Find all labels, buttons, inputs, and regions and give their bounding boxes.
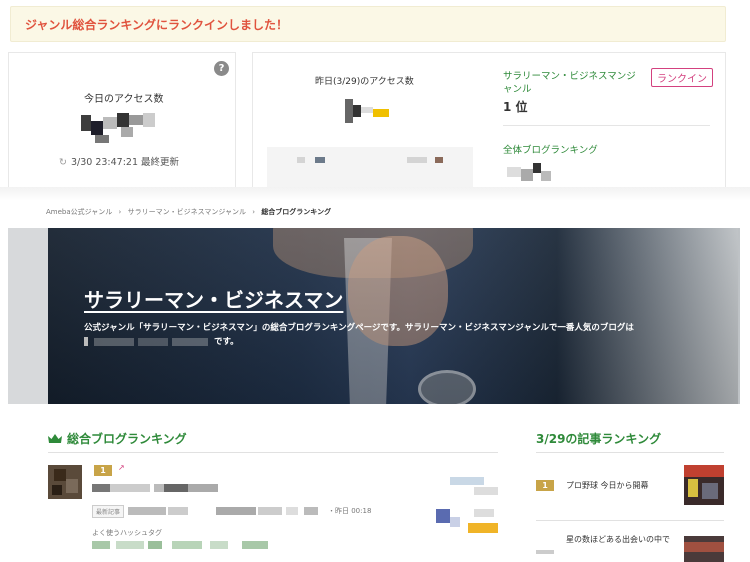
hero-title[interactable]: サラリーマン・ビジネスマン xyxy=(84,284,343,313)
genre-rank: 1 位 xyxy=(503,100,528,114)
hashtag-label: よく使うハッシュタグ xyxy=(92,529,162,537)
article-thumbnail[interactable] xyxy=(684,465,724,505)
blog-avatar[interactable] xyxy=(48,465,82,499)
yesterday-access-count-pixelated xyxy=(345,99,389,123)
ranking-notice-bar: ジャンル総合ランキングにランクインしました！ xyxy=(10,6,726,42)
article-rank-badge: 1 xyxy=(536,480,554,491)
article-ranking-item[interactable]: 星の数ほどある出会いの中で xyxy=(536,530,724,562)
yesterday-access-card: 昨日(3/29)のアクセス数 サラリーマン・ビジネスマンジャンル ランクイン 1… xyxy=(252,52,726,189)
heading-underline xyxy=(48,452,498,453)
breadcrumb: Ameba公式ジャンル › サラリーマン・ビジネスマンジャンル › 総合ブログラ… xyxy=(46,207,335,217)
article-ranking-heading: 3/29の記事ランキング xyxy=(536,432,662,446)
breadcrumb-ameba[interactable]: Ameba公式ジャンル xyxy=(46,208,112,216)
section-divider xyxy=(0,187,750,201)
genre-name[interactable]: サラリーマン・ビジネスマンジャンル xyxy=(503,70,643,96)
ranking-stats-pixelated xyxy=(436,477,498,533)
rankin-badge: ランクイン xyxy=(651,68,713,87)
overall-ranking-heading: 総合ブログランキング xyxy=(48,430,187,447)
breadcrumb-separator: › xyxy=(252,208,256,216)
blog-title-pixelated[interactable] xyxy=(92,483,232,493)
item-divider xyxy=(536,520,724,521)
hero-desc-line1: 公式ジャンル「サラリーマン・ビジネスマン」の総合ブログランキングページです。サラ… xyxy=(84,323,634,333)
question-circle-icon[interactable]: ? xyxy=(214,61,229,76)
hero-desc-line2: です。 xyxy=(84,335,704,349)
last-updated: ↻ 3/30 23:47:21 最終更新 xyxy=(59,157,180,168)
latest-article-tag: 最新記事 xyxy=(92,505,125,518)
article-time: ・昨日 00:18 xyxy=(328,507,372,515)
access-graph-area xyxy=(267,147,473,187)
crown-icon xyxy=(48,434,62,443)
refresh-icon[interactable]: ↻ xyxy=(59,157,67,168)
notice-text: ジャンル総合ランキングにランクインしました！ xyxy=(25,18,289,32)
today-access-label: 今日のアクセス数 xyxy=(84,94,164,105)
article-title[interactable]: プロ野球 今日から開幕 xyxy=(566,480,649,491)
heading-underline xyxy=(536,452,724,453)
overall-rank-pixelated xyxy=(507,163,551,181)
rank-up-arrow-icon: ↗ xyxy=(118,463,125,472)
rank-badge: 1 xyxy=(94,465,112,476)
overall-ranking-label[interactable]: 全体ブログランキング xyxy=(503,142,598,156)
genre-hero-banner: サラリーマン・ビジネスマン 公式ジャンル「サラリーマン・ビジネスマン」の総合ブロ… xyxy=(8,228,740,404)
latest-article-title-pixelated[interactable] xyxy=(128,506,328,516)
hero-description: 公式ジャンル「サラリーマン・ビジネスマン」の総合ブログランキングページです。サラ… xyxy=(84,321,704,349)
article-rank-badge xyxy=(536,550,554,554)
article-title[interactable]: 星の数ほどある出会いの中で xyxy=(566,534,670,545)
article-ranking-item[interactable]: 1 プロ野球 今日から開幕 xyxy=(536,465,724,507)
article-thumbnail[interactable] xyxy=(684,536,724,562)
breadcrumb-current: 総合ブログランキング xyxy=(261,208,332,216)
today-access-count-pixelated xyxy=(81,113,155,143)
breadcrumb-separator: › xyxy=(118,208,122,216)
today-access-card: ? 今日のアクセス数 ↻ 3/30 23:47:21 最終更新 xyxy=(8,52,236,189)
hashtag-list-pixelated[interactable] xyxy=(92,540,272,550)
breadcrumb-genre[interactable]: サラリーマン・ビジネスマンジャンル xyxy=(128,208,246,216)
yesterday-access-label: 昨日(3/29)のアクセス数 xyxy=(315,77,414,87)
